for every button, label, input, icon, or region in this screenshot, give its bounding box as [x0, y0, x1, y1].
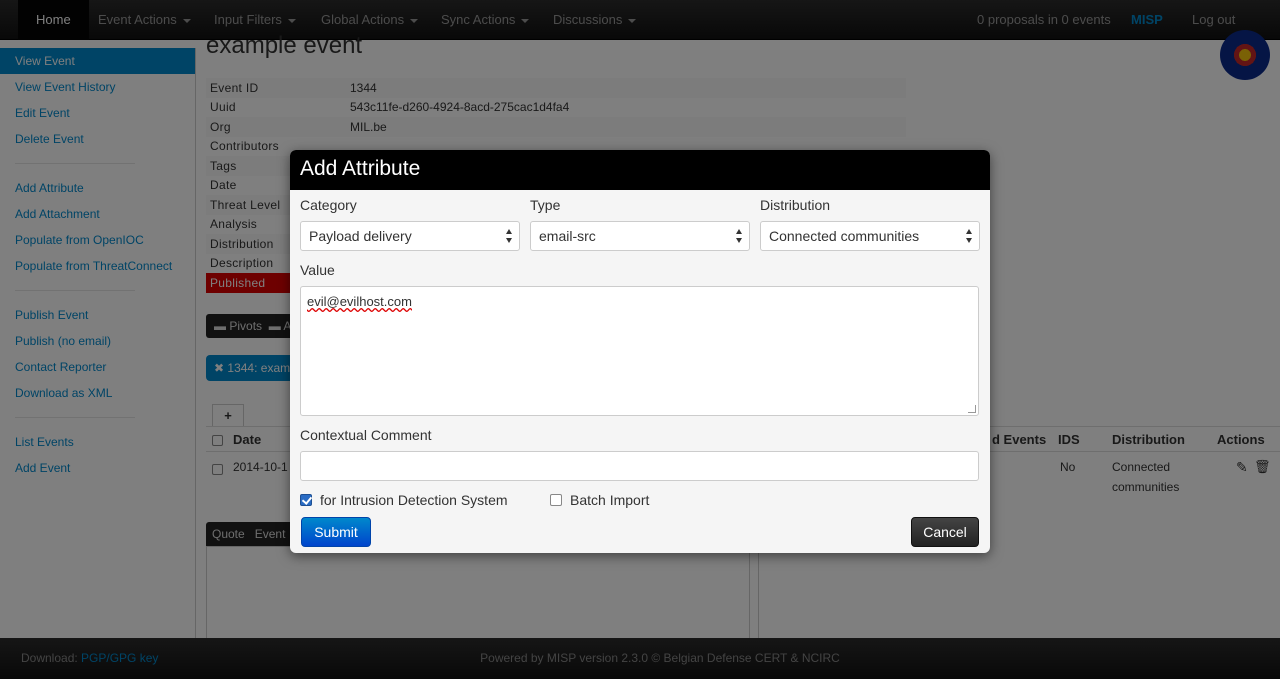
add-attribute-modal: Add Attribute Category Payload delivery … — [290, 150, 990, 553]
comment-label: Contextual Comment — [300, 427, 432, 443]
value-textarea[interactable]: evil@evilhost.com — [300, 286, 979, 416]
batch-import-label[interactable]: Batch Import — [570, 492, 649, 508]
ids-checkbox[interactable] — [300, 494, 312, 506]
value-label: Value — [300, 262, 335, 278]
type-select-value: email-src — [539, 228, 596, 244]
value-text: evil@evilhost.com — [307, 294, 412, 309]
cancel-button[interactable]: Cancel — [911, 517, 979, 547]
select-arrows-icon — [506, 229, 513, 243]
select-arrows-icon — [966, 229, 973, 243]
select-arrows-icon — [736, 229, 743, 243]
distribution-label: Distribution — [760, 197, 831, 213]
type-label: Type — [530, 197, 561, 213]
comment-input[interactable] — [300, 451, 979, 481]
distribution-select-value: Connected communities — [769, 228, 920, 244]
ids-checkbox-label[interactable]: for Intrusion Detection System — [320, 492, 508, 508]
submit-button[interactable]: Submit — [301, 517, 371, 547]
batch-import-checkbox[interactable] — [550, 494, 562, 506]
type-select[interactable]: email-src — [530, 221, 750, 251]
modal-title: Add Attribute — [290, 150, 990, 190]
resize-grip-icon[interactable] — [968, 405, 976, 413]
category-label: Category — [300, 197, 357, 213]
category-select-value: Payload delivery — [309, 228, 412, 244]
distribution-select[interactable]: Connected communities — [760, 221, 980, 251]
category-select[interactable]: Payload delivery — [300, 221, 520, 251]
